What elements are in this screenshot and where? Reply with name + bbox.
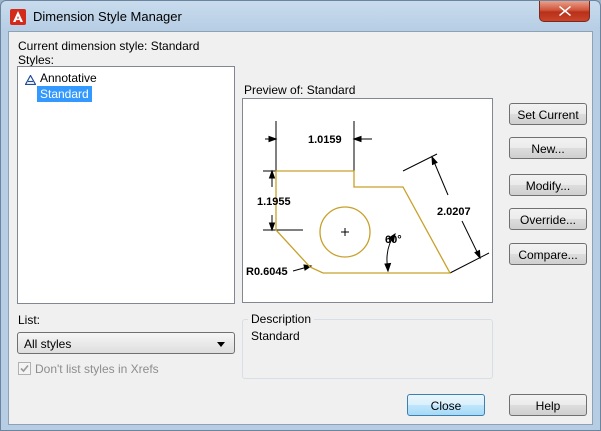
right-extension-line-bottom [449,252,490,274]
left-dim-arrow-bottom [268,222,276,232]
set-current-button[interactable]: Set Current [509,103,587,125]
preview-drawing: 1.0159 1.1955 2.0207 60° R0.6045 [246,121,490,278]
list-filter-value: All styles [24,337,72,351]
dim-text-left-height: 1.1955 [257,196,291,208]
styles-listbox[interactable]: Annotative Standard [17,66,235,304]
dim-text-radius: R0.6045 [246,266,288,278]
part-outline [275,170,452,274]
dim-text-right-length: 2.0207 [437,206,471,218]
window-title: Dimension Style Manager [33,9,182,24]
description-text: Standard [251,329,300,343]
checkmark-icon [20,364,29,373]
chevron-down-icon [217,342,225,347]
help-button[interactable]: Help [509,394,587,416]
close-window-button[interactable] [539,1,590,22]
dim-text-angle: 60° [385,234,402,246]
dimension-preview: 1.0159 1.1955 2.0207 60° R0.6045 [242,98,493,303]
close-icon [559,6,571,16]
style-item-standard[interactable]: Standard [37,86,92,102]
description-groupbox: Description Standard [242,312,493,379]
top-dim-arrow-right [352,135,362,143]
right-dim-arrow-top [431,155,438,166]
close-button[interactable]: Close [407,394,485,416]
dim-text-top-width: 1.0159 [308,134,342,146]
list-filter-combobox[interactable]: All styles [17,332,235,354]
annotative-icon [25,75,36,85]
style-item-annotative[interactable]: Annotative [40,70,97,86]
autocad-a-icon [10,9,26,25]
xrefs-checkbox-label: Don't list styles in Xrefs [35,362,159,376]
right-dim-arrow-bottom [474,249,481,260]
xrefs-checkbox[interactable] [18,362,31,375]
compare-styles-button[interactable]: Compare... [509,243,587,265]
list-label: List: [18,313,41,327]
angle-arrow-bottom [384,262,392,273]
current-style-label: Current dimension style: Standard [18,39,200,53]
modify-style-button[interactable]: Modify... [509,174,587,196]
styles-label: Styles: [18,53,55,67]
new-style-button[interactable]: New... [509,137,587,159]
title-bar[interactable]: Dimension Style Manager [1,1,600,31]
description-group-title: Description [248,312,315,326]
top-dim-arrow-left [268,135,278,143]
left-dim-arrow-top [268,169,276,179]
override-style-button[interactable]: Override... [509,208,587,230]
dimension-style-manager-window: Dimension Style Manager Current dimensio… [0,0,601,431]
preview-label: Preview of: Standard [244,83,356,97]
